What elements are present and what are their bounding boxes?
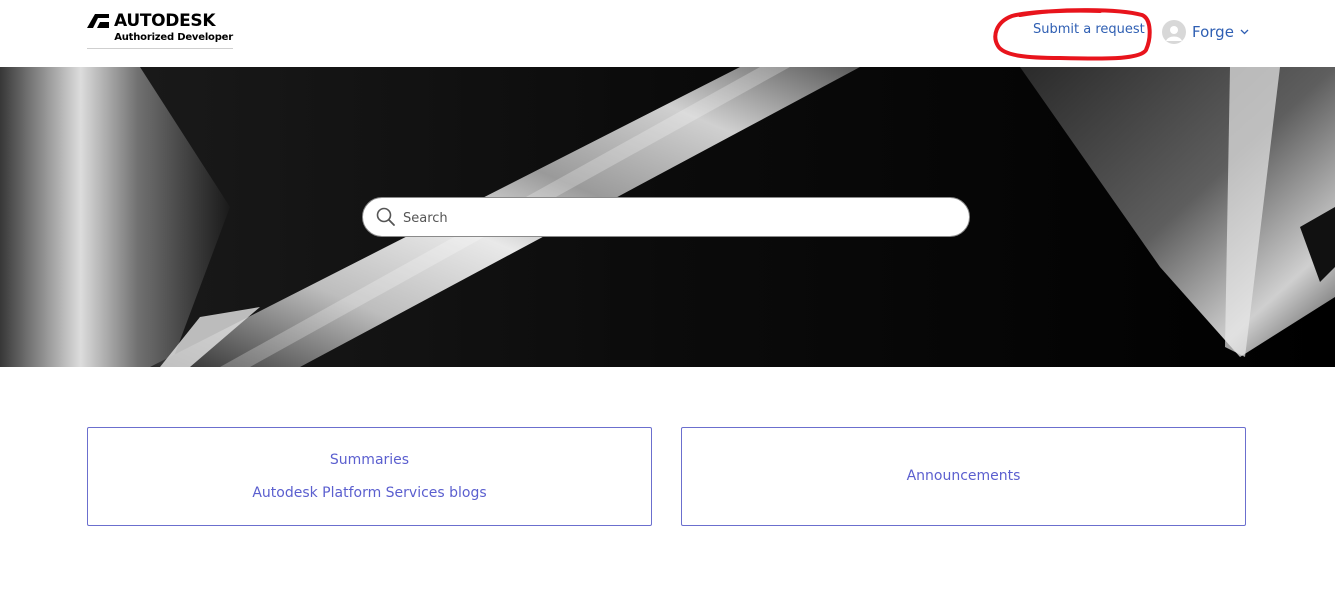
autodesk-logo[interactable]: AUTODESK Authorized Developer <box>87 11 233 50</box>
platform-services-blogs-link[interactable]: Autodesk Platform Services blogs <box>252 477 486 510</box>
card-summaries: Summaries Autodesk Platform Services blo… <box>87 427 652 526</box>
site-header: AUTODESK Authorized Developer Submit a r… <box>0 0 1335 67</box>
logo-wordmark: AUTODESK <box>114 11 216 31</box>
search-input[interactable] <box>401 198 955 238</box>
card-announcements: Announcements <box>681 427 1246 526</box>
user-name: Forge <box>1192 23 1234 41</box>
announcements-link[interactable]: Announcements <box>907 460 1021 493</box>
page: AUTODESK Authorized Developer Submit a r… <box>0 0 1335 604</box>
user-avatar-icon <box>1162 20 1186 44</box>
search-icon <box>376 207 395 226</box>
submit-request-link[interactable]: Submit a request <box>1033 22 1145 37</box>
search-box[interactable] <box>362 197 970 238</box>
logo-subtitle: Authorized Developer <box>114 32 233 43</box>
logo-underline <box>87 48 233 49</box>
user-menu[interactable]: Forge <box>1162 19 1249 45</box>
summaries-link[interactable]: Summaries <box>330 444 409 477</box>
chevron-down-icon <box>1240 29 1249 35</box>
autodesk-logo-icon <box>87 14 109 28</box>
hero-banner <box>0 67 1335 367</box>
